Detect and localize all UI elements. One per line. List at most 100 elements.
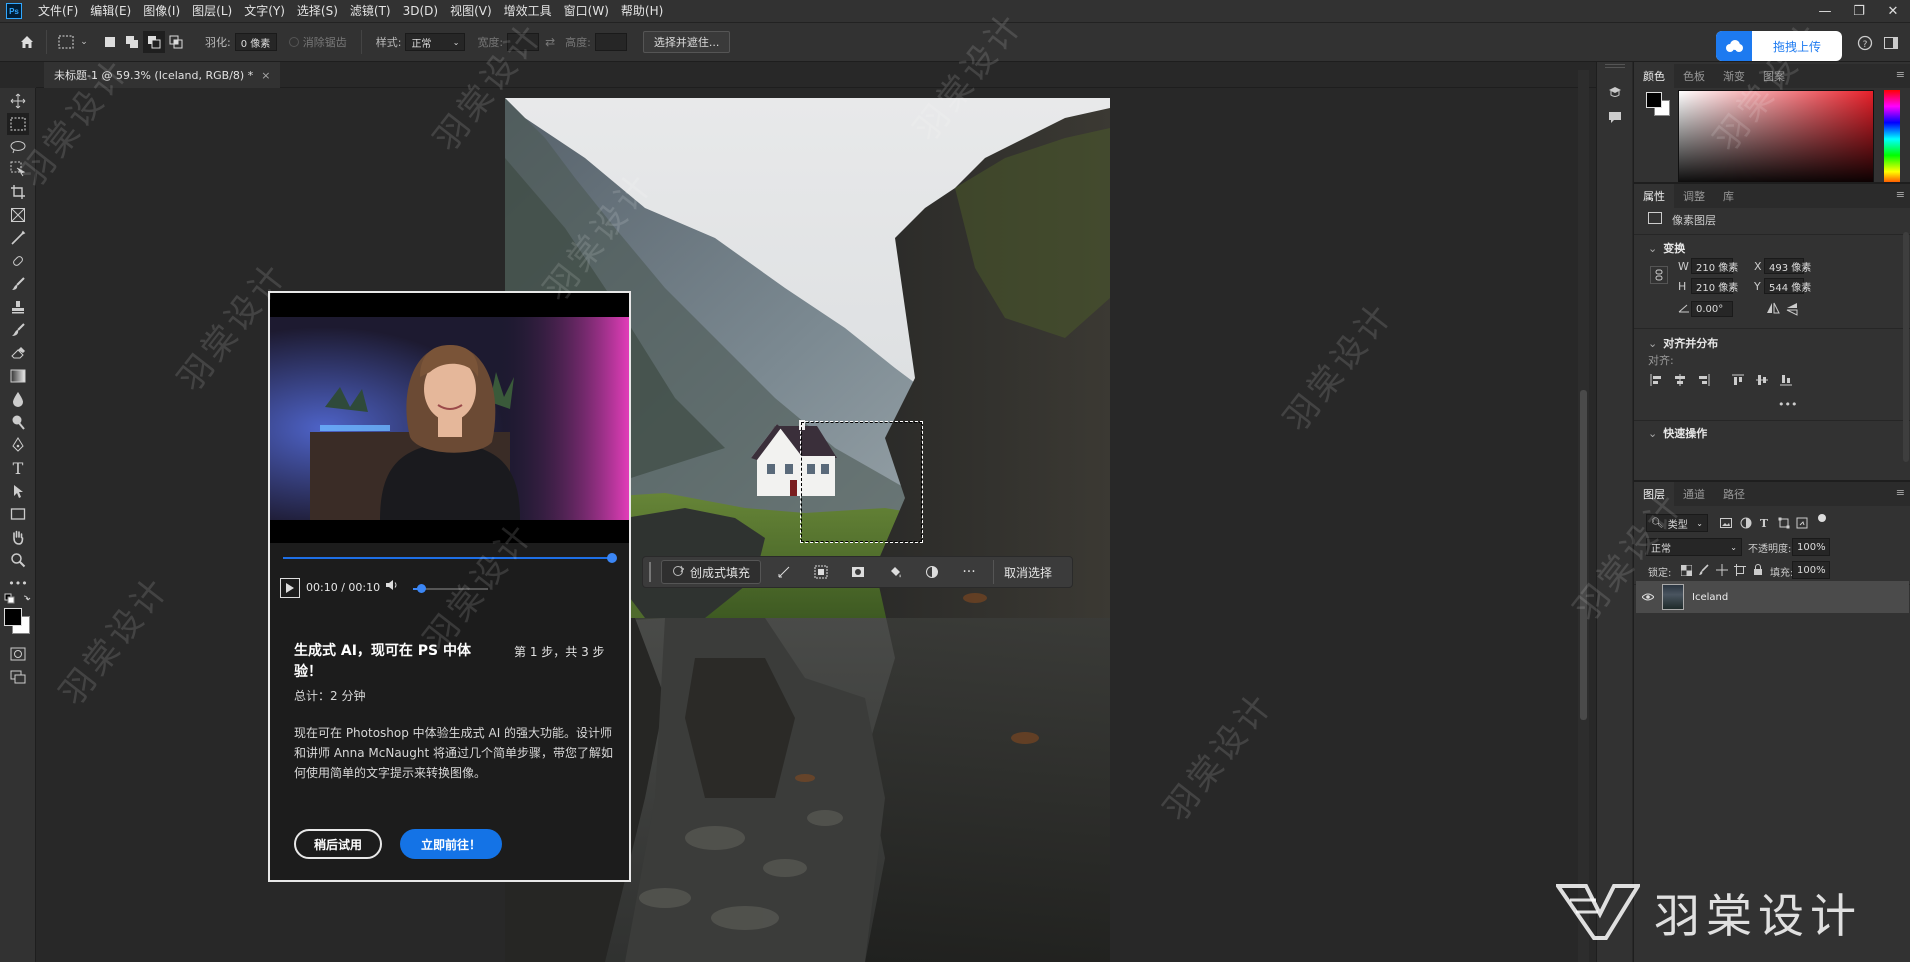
rectangular-marquee-icon[interactable] — [7, 113, 29, 135]
invert-selection-icon[interactable] — [807, 560, 835, 584]
gradient-tool-icon[interactable] — [7, 365, 29, 387]
tab-adjustments[interactable]: 调整 — [1674, 184, 1714, 208]
pen-tool-icon[interactable] — [7, 434, 29, 456]
menu-help[interactable]: 帮助(H) — [615, 0, 669, 22]
tab-patterns[interactable]: 图案 — [1754, 64, 1794, 88]
clone-stamp-icon[interactable] — [7, 296, 29, 318]
menu-3d[interactable]: 3D(D) — [397, 0, 444, 22]
more-options-icon[interactable]: ··· — [955, 560, 983, 584]
foreground-color-swatch[interactable] — [4, 608, 22, 626]
align-top-icon[interactable] — [1730, 372, 1746, 388]
intersect-selection-icon[interactable] — [165, 31, 187, 53]
go-now-button[interactable]: 立即前往！ — [400, 829, 502, 859]
lock-transparent-icon[interactable] — [1678, 562, 1694, 578]
tab-properties[interactable]: 属性 — [1634, 184, 1674, 208]
marquee-preset-icon[interactable] — [55, 31, 77, 53]
menu-view[interactable]: 视图(V) — [444, 0, 498, 22]
filter-toggle[interactable] — [1818, 514, 1826, 522]
width-input[interactable]: 210 像素 — [1691, 258, 1738, 274]
generative-fill-button[interactable]: 创成式填充 — [661, 560, 762, 584]
opacity-input[interactable]: 100% — [1792, 538, 1830, 556]
color-picker-field[interactable] — [1678, 90, 1874, 188]
align-right-icon[interactable] — [1696, 372, 1712, 388]
help-icon[interactable]: ? — [1854, 32, 1876, 54]
align-center-horizontal-icon[interactable] — [1672, 372, 1688, 388]
style-select[interactable]: 正常 ⌄ — [405, 33, 466, 51]
swap-colors-icon[interactable] — [3, 592, 33, 606]
comments-panel-icon[interactable] — [1606, 108, 1624, 126]
fill-input[interactable]: 100% — [1792, 561, 1830, 579]
y-input[interactable]: 544 像素 — [1764, 278, 1811, 294]
width-input[interactable] — [507, 33, 540, 51]
tab-channels[interactable]: 通道 — [1674, 482, 1714, 506]
menu-file[interactable]: 文件(F) — [32, 0, 84, 22]
menu-select[interactable]: 选择(S) — [291, 0, 344, 22]
home-icon[interactable] — [16, 31, 38, 53]
blend-mode-select[interactable]: 正常 ⌄ — [1646, 538, 1742, 556]
dodge-tool-icon[interactable] — [7, 411, 29, 433]
tab-swatches[interactable]: 色板 — [1674, 64, 1714, 88]
type-tool-icon[interactable]: T — [7, 457, 29, 479]
properties-scrollbar[interactable] — [1903, 232, 1909, 462]
lasso-tool-icon[interactable] — [7, 136, 29, 158]
tab-gradients[interactable]: 渐变 — [1714, 64, 1754, 88]
brush-tool-icon[interactable] — [7, 273, 29, 295]
path-selection-icon[interactable] — [7, 480, 29, 502]
minimize-button[interactable]: — — [1808, 0, 1842, 22]
hand-tool-icon[interactable] — [7, 526, 29, 548]
panel-menu-icon[interactable]: ≡ — [1896, 68, 1905, 81]
subtract-selection-icon[interactable] — [143, 31, 165, 53]
lock-position-icon[interactable] — [1714, 562, 1730, 578]
antialias-checkbox[interactable] — [288, 37, 299, 47]
lock-pixels-icon[interactable] — [1696, 562, 1712, 578]
menu-edit[interactable]: 编辑(E) — [84, 0, 137, 22]
frame-tool-icon[interactable] — [7, 204, 29, 226]
tab-libraries[interactable]: 库 — [1714, 184, 1743, 208]
screen-mode-icon[interactable] — [7, 666, 29, 688]
color-panel-foreground-swatch[interactable] — [1646, 92, 1662, 108]
align-bottom-icon[interactable] — [1778, 372, 1794, 388]
try-later-button[interactable]: 稍后试用 — [294, 829, 382, 859]
menu-type[interactable]: 文字(Y) — [238, 0, 291, 22]
document-tab[interactable]: 未标题-1 @ 59.3% (Iceland, RGB/8) * × — [44, 62, 281, 88]
menu-image[interactable]: 图像(I) — [137, 0, 186, 22]
zoom-tool-icon[interactable] — [7, 549, 29, 571]
select-and-mask-button[interactable]: 选择并遮住... — [642, 31, 731, 53]
play-button[interactable] — [280, 578, 300, 598]
layer-row-iceland[interactable]: Iceland — [1636, 581, 1909, 613]
height-input[interactable] — [594, 33, 627, 51]
align-center-vertical-icon[interactable] — [1754, 372, 1770, 388]
blur-tool-icon[interactable] — [7, 388, 29, 410]
filter-smart-object-icon[interactable] — [1794, 515, 1810, 531]
workspace-icon[interactable] — [1880, 32, 1902, 54]
volume-icon[interactable] — [385, 578, 401, 596]
filter-type-icon[interactable]: T — [1756, 515, 1772, 531]
lock-all-icon[interactable] — [1750, 562, 1766, 578]
drag-handle[interactable] — [649, 562, 653, 582]
tab-layers[interactable]: 图层 — [1634, 482, 1674, 506]
canvas-scrollbar[interactable] — [1578, 70, 1589, 962]
video-progress-bar[interactable] — [283, 557, 613, 559]
video-progress-handle[interactable] — [607, 553, 617, 563]
link-icon[interactable] — [1650, 266, 1668, 284]
maximize-button[interactable]: ❐ — [1842, 0, 1876, 22]
modify-selection-icon[interactable] — [770, 560, 798, 584]
flip-horizontal-icon[interactable] — [1766, 302, 1780, 317]
swap-icon[interactable]: ⇄ — [539, 31, 561, 53]
history-brush-icon[interactable] — [7, 319, 29, 341]
close-tab-icon[interactable]: × — [261, 69, 270, 82]
angle-input[interactable]: 0.00° — [1691, 301, 1733, 317]
adjustment-icon[interactable] — [918, 560, 946, 584]
menu-filter[interactable]: 滤镜(T) — [344, 0, 397, 22]
canvas-scrollbar-thumb[interactable] — [1580, 390, 1587, 720]
deselect-button[interactable]: 取消选择 — [993, 560, 1052, 584]
menu-window[interactable]: 窗口(W) — [558, 0, 615, 22]
transform-section-header[interactable]: ⌄ 变换 — [1648, 240, 1685, 256]
quick-actions-header[interactable]: ⌄ 快速操作 — [1648, 425, 1707, 441]
panel-menu-icon[interactable]: ≡ — [1896, 188, 1905, 201]
new-selection-icon[interactable] — [99, 31, 121, 53]
feather-input[interactable]: 0 像素 — [234, 33, 277, 51]
more-align-options[interactable]: ••• — [1778, 398, 1797, 411]
flip-vertical-icon[interactable] — [1786, 302, 1798, 319]
object-select-icon[interactable] — [7, 158, 29, 180]
